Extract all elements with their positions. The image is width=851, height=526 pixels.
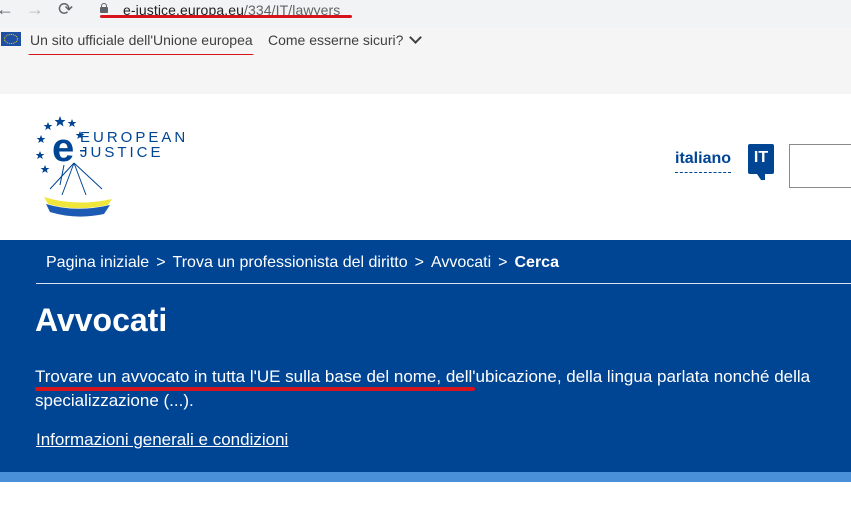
address-bar[interactable]: e-justice.europa.eu/334/IT/lawyers [88,0,851,24]
language-selector[interactable]: italiano [675,150,732,173]
breadcrumb-home[interactable]: Pagina iniziale [46,254,149,271]
logo-letter: e [52,126,74,170]
logo-text-justice: JUSTICE [80,144,164,161]
forward-icon[interactable]: → [26,0,44,20]
breadcrumb-current-search: Cerca [514,254,559,271]
back-icon[interactable]: ← [0,0,14,20]
breadcrumb-separator: > [414,254,424,271]
how-to-check-label: Come esserne sicuri? [268,32,404,48]
page-title: Avvocati [35,302,168,338]
header-bottom-strip [0,472,851,482]
eu-flag-icon [1,32,21,46]
breadcrumb-lawyers[interactable]: Avvocati [431,254,491,271]
how-to-check-button[interactable]: Come esserne sicuri? [268,31,423,49]
general-info-link[interactable]: Informazioni generali e condizioni [36,430,288,450]
intro-highlight-underline [35,387,475,391]
page-header-section: Pagina iniziale > Trova un professionista … [0,240,851,472]
breadcrumb: Pagina iniziale > Trova un professionista … [46,254,559,272]
lock-icon[interactable] [100,3,108,13]
search-input[interactable] [789,144,851,188]
language-code-badge[interactable]: IT [748,144,774,180]
breadcrumb-find-professional[interactable]: Trova un professionista del diritto [173,254,408,271]
eu-official-text: Un sito ufficiale dell'Unione europea [30,32,253,48]
header-divider [36,283,851,284]
reload-icon[interactable]: ⟳ [58,0,73,20]
url-highlight-underline [100,15,352,18]
banner-strip [0,55,851,94]
breadcrumb-separator: > [156,254,166,271]
chevron-down-icon [409,31,423,44]
european-justice-logo[interactable]: e EUROPEAN JUSTICE [36,113,196,221]
browser-toolbar: ← → ⟳ e-justice.europa.eu/334/IT/lawyers [0,0,851,28]
eu-official-banner: Un sito ufficiale dell'Unione europea [0,28,851,55]
breadcrumb-separator: > [498,254,508,271]
